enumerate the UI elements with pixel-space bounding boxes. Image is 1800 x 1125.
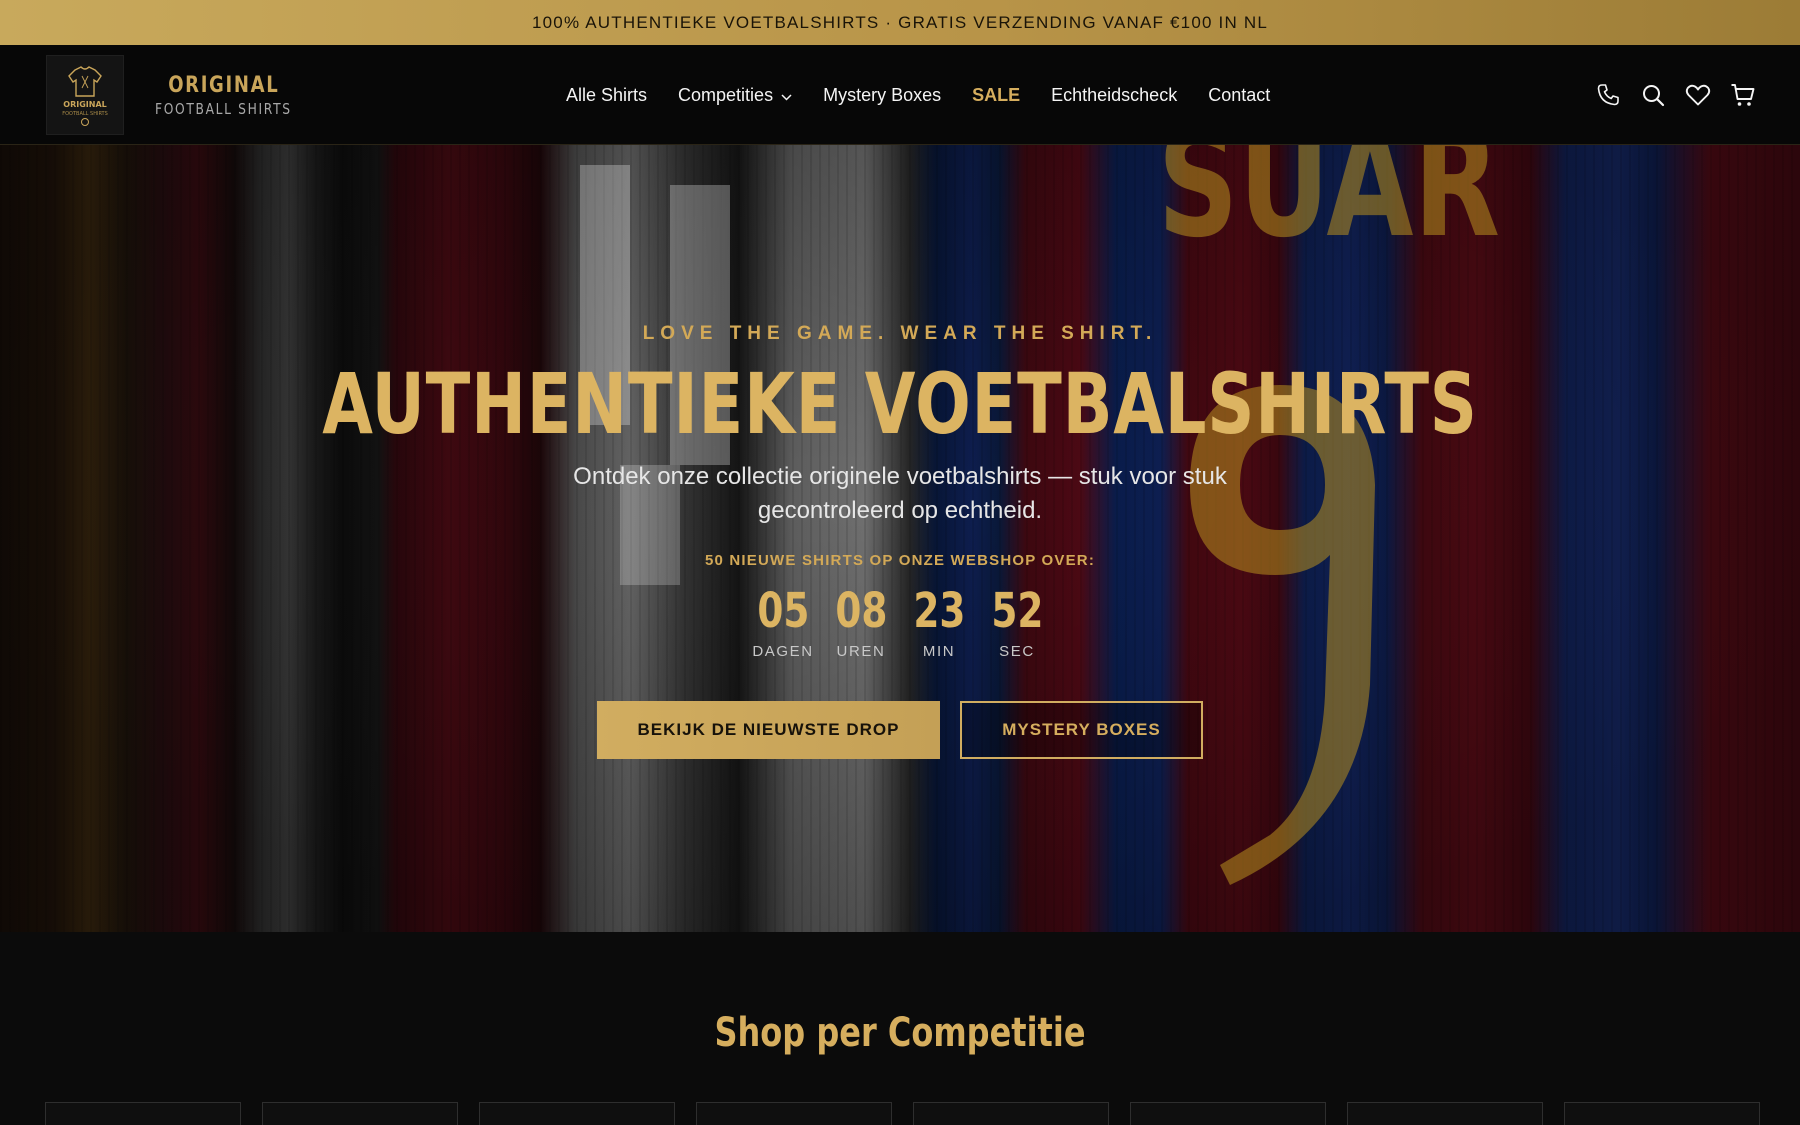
nav-item-contact[interactable]: Contact	[1208, 85, 1270, 106]
competition-card[interactable]	[479, 1102, 675, 1125]
nav-label: SALE	[972, 84, 1021, 105]
logo[interactable]: ORIGINAL FOOTBALL SHIRTS ORIGINAL FOOTBA…	[46, 55, 307, 135]
nav-item-mystery-boxes[interactable]: Mystery Boxes	[823, 85, 941, 106]
hero-title: AUTHENTIEKE VOETBALSHIRTS	[322, 355, 1478, 453]
countdown-value: 52	[990, 583, 1044, 639]
nav-label: Mystery Boxes	[823, 84, 942, 105]
nav-label: Alle Shirts	[566, 84, 648, 105]
competition-cards	[45, 1102, 1760, 1125]
competition-card[interactable]	[696, 1102, 892, 1125]
section-title: Shop per Competitie	[714, 1010, 1086, 1056]
hero-tagline: LOVE THE GAME. WEAR THE SHIRT.	[642, 323, 1158, 344]
nav-label: Competities	[678, 84, 774, 105]
chevron-down-icon	[781, 85, 792, 106]
countdown-unit: SEC	[999, 643, 1035, 660]
hero-banner: SUAREZ LOVE THE GAME. WEAR THE SHIRT. AU…	[0, 145, 1800, 932]
header-actions	[1595, 45, 1756, 145]
countdown-days: 05 DAGEN	[744, 585, 822, 660]
shirt-crest-icon: ORIGINAL FOOTBALL SHIRTS	[62, 66, 108, 126]
nav-item-alle-shirts[interactable]: Alle Shirts	[566, 85, 647, 106]
latest-drop-button[interactable]: BEKIJK DE NIEUWSTE DROP	[597, 701, 940, 759]
main-nav: Alle Shirts Competities Mystery Boxes SA…	[566, 45, 1301, 145]
hero-actions: BEKIJK DE NIEUWSTE DROP MYSTERY BOXES	[0, 701, 1800, 759]
announcement-bar: 100% AUTHENTIEKE VOETBALSHIRTS · GRATIS …	[0, 0, 1800, 45]
logo-badge: ORIGINAL FOOTBALL SHIRTS	[46, 55, 124, 135]
svg-text:FOOTBALL SHIRTS: FOOTBALL SHIRTS	[62, 111, 108, 117]
competition-card[interactable]	[1130, 1102, 1326, 1125]
nav-label: Contact	[1208, 84, 1271, 105]
announcement-text: 100% AUTHENTIEKE VOETBALSHIRTS · GRATIS …	[531, 12, 1269, 32]
logo-tagline: FOOTBALL SHIRTS	[155, 99, 292, 118]
countdown-label: 50 NIEUWE SHIRTS OP ONZE WEBSHOP OVER:	[704, 552, 1096, 569]
nav-item-competities[interactable]: Competities	[678, 85, 792, 106]
mystery-boxes-button[interactable]: MYSTERY BOXES	[960, 701, 1203, 759]
countdown-value: 08	[834, 583, 888, 639]
competition-card[interactable]	[262, 1102, 458, 1125]
cart-icon[interactable]	[1730, 82, 1756, 108]
nav-label: Echtheidscheck	[1051, 84, 1178, 105]
site-header: ORIGINAL FOOTBALL SHIRTS ORIGINAL FOOTBA…	[0, 45, 1800, 145]
search-icon[interactable]	[1640, 82, 1666, 108]
logo-badge-text: ORIGINAL	[63, 100, 106, 109]
competition-card[interactable]	[1347, 1102, 1543, 1125]
logo-wordmark: ORIGINAL	[167, 72, 279, 98]
countdown-value: 23	[912, 583, 966, 639]
countdown-timer: 05 DAGEN 08 UREN 23 MIN 52 SEC	[0, 585, 1800, 660]
phone-icon[interactable]	[1595, 82, 1621, 108]
heart-icon[interactable]	[1685, 82, 1711, 108]
competition-card[interactable]	[913, 1102, 1109, 1125]
countdown-unit: UREN	[836, 643, 886, 660]
nav-item-echtheidscheck[interactable]: Echtheidscheck	[1051, 85, 1177, 106]
countdown-value: 05	[756, 583, 810, 639]
hero-subtitle: Ontdek onze collectie originele voetbals…	[573, 463, 1227, 524]
competition-card[interactable]	[45, 1102, 241, 1125]
countdown-unit: MIN	[922, 643, 956, 660]
nav-item-sale[interactable]: SALE	[972, 85, 1020, 106]
shop-by-competition-section: Shop per Competitie	[0, 932, 1800, 1125]
countdown-unit: DAGEN	[752, 643, 814, 660]
countdown-seconds: 52 SEC	[978, 585, 1056, 660]
countdown-hours: 08 UREN	[822, 585, 900, 660]
countdown-minutes: 23 MIN	[900, 585, 978, 660]
competition-card[interactable]	[1564, 1102, 1760, 1125]
